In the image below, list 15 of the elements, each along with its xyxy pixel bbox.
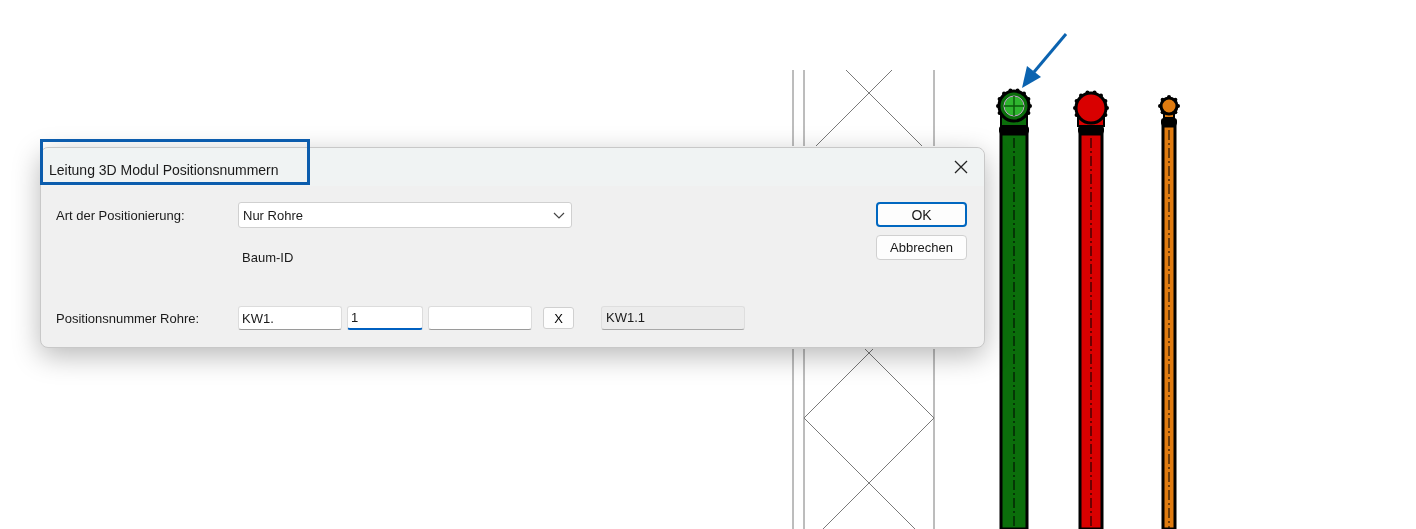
close-icon [954, 160, 968, 174]
input-field[interactable]: 1 [347, 306, 423, 330]
ok-button[interactable]: OK [876, 202, 967, 227]
result-field: KW1.1 [601, 306, 745, 330]
field-label: Art der Positionierung: [56, 207, 186, 223]
input-field[interactable] [428, 306, 532, 330]
chevron-down-icon [553, 211, 565, 219]
input-field[interactable]: KW1. [238, 306, 342, 330]
window-title: Leitung 3D Modul Positionsnummern [49, 161, 279, 178]
clear-button[interactable]: X [543, 307, 574, 329]
tree-id-label: Baum-ID [242, 250, 295, 265]
arrow [1022, 33, 1068, 88]
field-label: Positionsnummer Rohre: [56, 310, 201, 326]
dropdown[interactable]: Nur Rohre [238, 202, 572, 228]
cancel-button[interactable]: Abbrechen [876, 235, 967, 260]
